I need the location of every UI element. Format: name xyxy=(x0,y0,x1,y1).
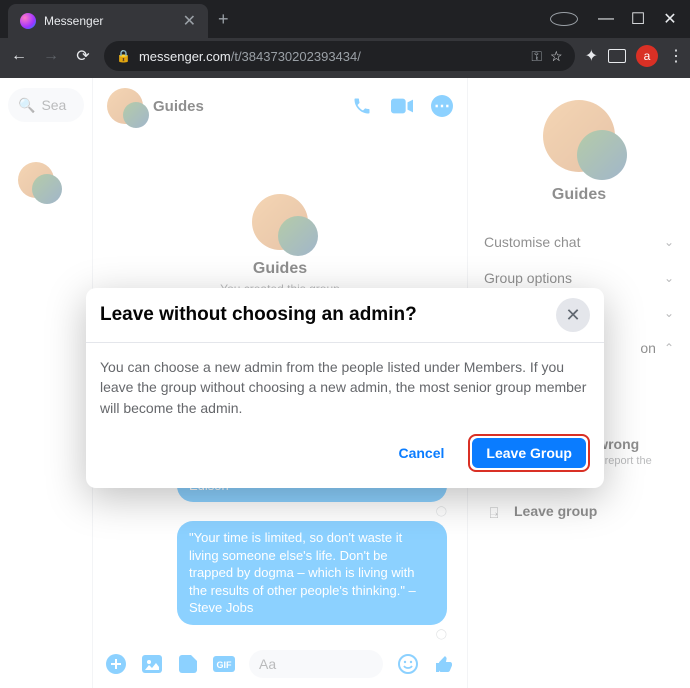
tab-title: Messenger xyxy=(44,14,175,28)
dialog-actions: Cancel Leave Group xyxy=(86,426,604,488)
leave-icon: ⍈ xyxy=(484,505,504,522)
svg-text:GIF: GIF xyxy=(217,660,233,670)
search-icon: 🔍 xyxy=(18,97,35,114)
customise-chat-section[interactable]: Customise chat ⌄ xyxy=(480,224,678,260)
tab-search-icon[interactable] xyxy=(550,12,578,26)
chevron-up-icon: ⌃ xyxy=(664,341,674,355)
like-icon[interactable] xyxy=(433,653,455,675)
message-status-icon: ◯ xyxy=(107,629,447,640)
conversation-header: Guides ⋯ xyxy=(93,78,467,134)
forward-button: → xyxy=(40,47,62,65)
photo-icon[interactable] xyxy=(141,653,163,675)
message-status-icon: ◯ xyxy=(107,506,447,517)
dialog-close-button[interactable]: ✕ xyxy=(556,298,590,332)
search-placeholder: Sea xyxy=(41,97,66,113)
close-window-button[interactable]: ✕ xyxy=(656,9,684,29)
cancel-button[interactable]: Cancel xyxy=(386,437,456,469)
header-group-avatar[interactable] xyxy=(107,88,143,124)
window-controls: — ☐ ✕ xyxy=(550,9,690,29)
video-call-icon[interactable] xyxy=(391,95,413,117)
conversation-info-icon[interactable]: ⋯ xyxy=(431,95,453,117)
leave-group-button[interactable]: ⍈ Leave group xyxy=(480,493,678,532)
chevron-down-icon: ⌄ xyxy=(664,235,674,249)
message-bubble: "Your time is limited, so don't waste it… xyxy=(177,521,447,625)
header-title: Guides xyxy=(153,98,204,115)
dialog-body: You can choose a new admin from the peop… xyxy=(86,343,604,426)
back-button[interactable]: ← xyxy=(8,47,30,65)
voice-call-icon[interactable] xyxy=(351,95,373,117)
leave-group-dialog: Leave without choosing an admin? ✕ You c… xyxy=(86,288,604,488)
info-group-title: Guides xyxy=(480,186,678,204)
reload-button[interactable]: ⟳ xyxy=(72,46,94,66)
extensions-icon[interactable]: ✦ xyxy=(585,46,598,66)
primary-button-highlight: Leave Group xyxy=(468,434,590,472)
saved-password-icon[interactable]: ⚿ xyxy=(531,48,542,65)
emoji-icon[interactable] xyxy=(397,653,419,675)
info-group-avatar xyxy=(543,100,615,172)
tab-close-icon[interactable]: ✕ xyxy=(183,11,196,31)
sidebar: 🔍 Sea xyxy=(0,78,92,688)
cast-icon[interactable] xyxy=(608,49,626,63)
dialog-header: Leave without choosing an admin? ✕ xyxy=(86,288,604,343)
dialog-title: Leave without choosing an admin? xyxy=(100,304,556,326)
maximize-button[interactable]: ☐ xyxy=(624,9,652,29)
chevron-down-icon: ⌄ xyxy=(664,271,674,285)
profile-avatar[interactable]: a xyxy=(636,45,658,67)
new-tab-button[interactable]: + xyxy=(208,9,239,30)
search-input[interactable]: 🔍 Sea xyxy=(8,88,84,122)
message-composer: GIF Aa xyxy=(93,640,467,688)
browser-toolbar: ← → ⟳ 🔒 messenger.com/t/3843730202393434… xyxy=(0,38,690,78)
tab-strip: Messenger ✕ + — ☐ ✕ xyxy=(0,0,690,38)
center-group-avatar xyxy=(252,194,308,250)
menu-kebab-icon[interactable]: ⋮ xyxy=(668,46,682,66)
chevron-down-icon: ⌄ xyxy=(664,306,674,320)
sidebar-conversation-avatar[interactable] xyxy=(18,162,54,198)
minimize-button[interactable]: — xyxy=(592,10,620,28)
url-text: messenger.com/t/3843730202393434/ xyxy=(139,49,523,64)
add-attachment-icon[interactable] xyxy=(105,653,127,675)
lock-icon: 🔒 xyxy=(116,49,131,63)
sticker-icon[interactable] xyxy=(177,653,199,675)
messenger-favicon-icon xyxy=(20,13,36,29)
leave-group-confirm-button[interactable]: Leave Group xyxy=(472,438,586,468)
center-group-title: Guides xyxy=(107,260,453,278)
gif-icon[interactable]: GIF xyxy=(213,653,235,675)
message-input[interactable]: Aa xyxy=(249,650,383,678)
address-bar[interactable]: 🔒 messenger.com/t/3843730202393434/ ⚿ ☆ xyxy=(104,41,575,71)
bookmark-star-icon[interactable]: ☆ xyxy=(550,48,563,65)
browser-chrome: Messenger ✕ + — ☐ ✕ ← → ⟳ 🔒 messenger.co… xyxy=(0,0,690,78)
browser-tab[interactable]: Messenger ✕ xyxy=(8,4,208,38)
